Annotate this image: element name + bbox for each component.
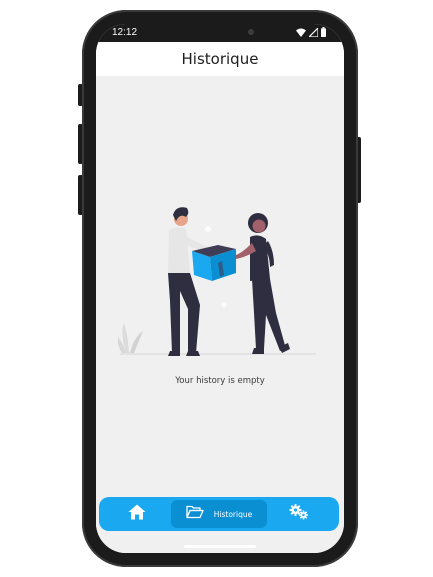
status-bar: 12:12 xyxy=(96,24,344,46)
decor-dot xyxy=(205,226,211,232)
bottom-navigation: Historique xyxy=(99,497,339,531)
home-icon xyxy=(128,504,146,525)
nav-history-button[interactable]: Historique xyxy=(171,500,267,528)
app-screen: 12:12 Historique Your history is empty H… xyxy=(96,24,344,553)
device-mockup: 12:12 Historique Your history is empty H… xyxy=(0,0,433,577)
nav-home-button[interactable] xyxy=(123,500,151,528)
empty-history-illustration xyxy=(118,207,316,356)
battery-icon xyxy=(321,24,326,42)
box-icon xyxy=(192,245,236,281)
wifi-icon xyxy=(296,24,306,42)
status-time: 12:12 xyxy=(112,27,138,38)
page-title: Historique xyxy=(181,50,259,68)
gears-icon xyxy=(289,503,309,525)
folder-open-icon xyxy=(186,505,204,524)
app-bar: Historique xyxy=(96,42,344,76)
home-indicator[interactable] xyxy=(184,545,256,548)
man-figure xyxy=(168,207,210,356)
empty-history-message: Your history is empty xyxy=(175,376,265,386)
signal-icon xyxy=(307,24,319,42)
woman-figure xyxy=(236,213,290,354)
nav-settings-button[interactable] xyxy=(285,500,313,528)
plant-icon xyxy=(118,323,143,353)
front-camera xyxy=(248,29,254,35)
nav-history-label: Historique xyxy=(213,509,253,519)
history-content: Your history is empty xyxy=(96,76,344,553)
decor-dot xyxy=(221,302,227,308)
status-icons xyxy=(296,26,326,38)
